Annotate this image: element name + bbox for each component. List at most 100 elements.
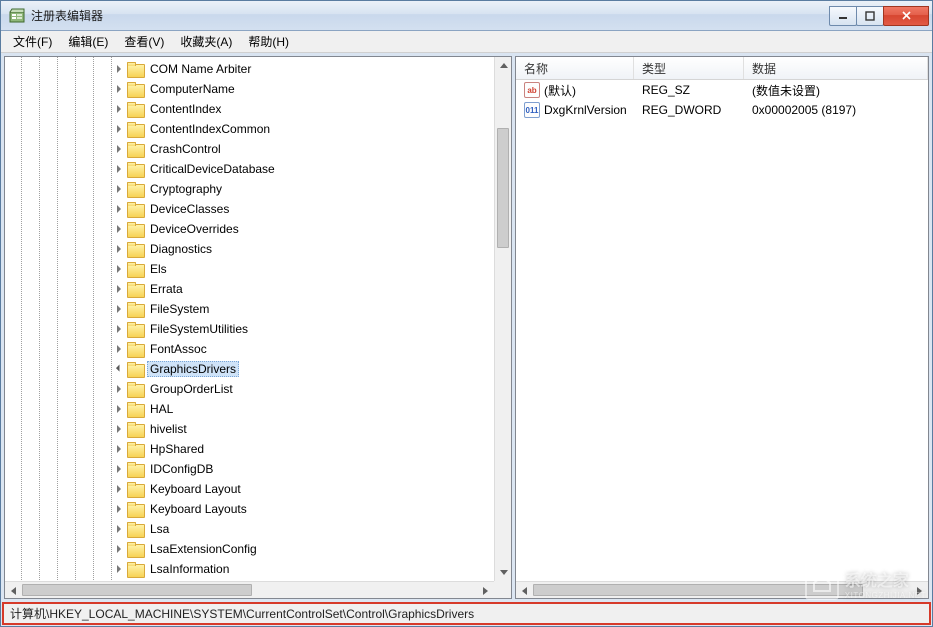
expand-icon[interactable] bbox=[113, 423, 125, 435]
tree-area[interactable]: COM Name Arbiter ComputerName ContentIndex… bbox=[5, 57, 511, 598]
tree-node[interactable]: FileSystemUtilities bbox=[5, 319, 511, 339]
tree-node-label: HAL bbox=[147, 401, 176, 417]
scroll-down-button[interactable] bbox=[495, 564, 511, 581]
value-type-icon: 011 bbox=[524, 102, 540, 118]
menu-favorites[interactable]: 收藏夹(A) bbox=[172, 31, 240, 52]
minimize-button[interactable] bbox=[829, 6, 857, 26]
expand-icon[interactable] bbox=[113, 163, 125, 175]
expand-icon[interactable] bbox=[113, 63, 125, 75]
tree-node[interactable]: CrashControl bbox=[5, 139, 511, 159]
value-row[interactable]: ab(默认)REG_SZ(数值未设置) bbox=[516, 80, 928, 100]
scroll-track-horizontal[interactable] bbox=[533, 582, 911, 598]
registry-tree[interactable]: COM Name Arbiter ComputerName ContentIndex… bbox=[5, 57, 511, 598]
expand-icon[interactable] bbox=[113, 543, 125, 555]
tree-node[interactable]: FileSystem bbox=[5, 299, 511, 319]
column-type[interactable]: 类型 bbox=[634, 57, 744, 79]
scroll-thumb-horizontal[interactable] bbox=[533, 584, 863, 596]
scroll-track-horizontal[interactable] bbox=[22, 582, 477, 598]
tree-node[interactable]: GroupOrderList bbox=[5, 379, 511, 399]
tree-node[interactable]: ContentIndexCommon bbox=[5, 119, 511, 139]
value-row[interactable]: 011DxgKrnlVersionREG_DWORD0x00002005 (81… bbox=[516, 100, 928, 120]
expand-icon[interactable] bbox=[113, 283, 125, 295]
scroll-thumb-horizontal[interactable] bbox=[22, 584, 252, 596]
expand-icon[interactable] bbox=[113, 503, 125, 515]
value-type-icon: ab bbox=[524, 82, 540, 98]
expand-icon[interactable] bbox=[113, 343, 125, 355]
expand-icon[interactable] bbox=[113, 223, 125, 235]
tree-node-label: GroupOrderList bbox=[147, 381, 236, 397]
scroll-right-button[interactable] bbox=[477, 582, 494, 598]
expand-icon[interactable] bbox=[113, 103, 125, 115]
expand-icon[interactable] bbox=[113, 263, 125, 275]
scroll-right-button[interactable] bbox=[911, 582, 928, 598]
scroll-left-button[interactable] bbox=[5, 582, 22, 598]
tree-node[interactable]: Keyboard Layouts bbox=[5, 499, 511, 519]
folder-icon bbox=[127, 162, 143, 176]
close-button[interactable] bbox=[883, 6, 929, 26]
expand-icon[interactable] bbox=[113, 183, 125, 195]
expand-icon[interactable] bbox=[113, 463, 125, 475]
folder-icon bbox=[127, 462, 143, 476]
folder-icon bbox=[127, 222, 143, 236]
tree-node[interactable]: LsaExtensionConfig bbox=[5, 539, 511, 559]
folder-icon bbox=[127, 282, 143, 296]
scroll-thumb-vertical[interactable] bbox=[497, 128, 509, 248]
menu-file[interactable]: 文件(F) bbox=[5, 31, 60, 52]
expand-icon[interactable] bbox=[113, 483, 125, 495]
tree-scroll-vertical[interactable] bbox=[494, 57, 511, 581]
titlebar[interactable]: 注册表编辑器 bbox=[1, 1, 932, 31]
expand-icon[interactable] bbox=[113, 203, 125, 215]
tree-node[interactable]: LsaInformation bbox=[5, 559, 511, 579]
value-name-cell: 011DxgKrnlVersion bbox=[518, 102, 636, 118]
app-icon bbox=[9, 8, 25, 24]
maximize-button[interactable] bbox=[856, 6, 884, 26]
tree-node[interactable]: GraphicsDrivers bbox=[5, 359, 511, 379]
tree-node[interactable]: ComputerName bbox=[5, 79, 511, 99]
tree-node[interactable]: Lsa bbox=[5, 519, 511, 539]
tree-node[interactable]: IDConfigDB bbox=[5, 459, 511, 479]
expand-icon[interactable] bbox=[113, 303, 125, 315]
expand-icon[interactable] bbox=[113, 143, 125, 155]
tree-node[interactable]: HpShared bbox=[5, 439, 511, 459]
values-scroll-horizontal[interactable] bbox=[516, 581, 928, 598]
tree-node-label: FontAssoc bbox=[147, 341, 210, 357]
tree-node[interactable]: ContentIndex bbox=[5, 99, 511, 119]
tree-node[interactable]: Els bbox=[5, 259, 511, 279]
expand-icon[interactable] bbox=[113, 383, 125, 395]
expand-icon[interactable] bbox=[113, 83, 125, 95]
expand-icon[interactable] bbox=[113, 323, 125, 335]
tree-node[interactable]: COM Name Arbiter bbox=[5, 59, 511, 79]
value-name: (默认) bbox=[544, 82, 576, 99]
expand-icon[interactable] bbox=[113, 363, 125, 375]
tree-node[interactable]: Cryptography bbox=[5, 179, 511, 199]
tree-node[interactable]: Errata bbox=[5, 279, 511, 299]
tree-node[interactable]: hivelist bbox=[5, 419, 511, 439]
tree-node[interactable]: DeviceClasses bbox=[5, 199, 511, 219]
folder-icon bbox=[127, 502, 143, 516]
tree-node[interactable]: Keyboard Layout bbox=[5, 479, 511, 499]
menu-edit[interactable]: 编辑(E) bbox=[60, 31, 116, 52]
tree-node-label: ComputerName bbox=[147, 81, 238, 97]
tree-node[interactable]: DeviceOverrides bbox=[5, 219, 511, 239]
values-header[interactable]: 名称 类型 数据 bbox=[516, 57, 928, 80]
expand-icon[interactable] bbox=[113, 123, 125, 135]
menu-help[interactable]: 帮助(H) bbox=[240, 31, 297, 52]
scroll-track-vertical[interactable] bbox=[495, 74, 511, 564]
tree-node[interactable]: FontAssoc bbox=[5, 339, 511, 359]
expand-icon[interactable] bbox=[113, 563, 125, 575]
tree-node[interactable]: HAL bbox=[5, 399, 511, 419]
expand-icon[interactable] bbox=[113, 243, 125, 255]
tree-node[interactable]: CriticalDeviceDatabase bbox=[5, 159, 511, 179]
scroll-left-button[interactable] bbox=[516, 582, 533, 598]
expand-icon[interactable] bbox=[113, 523, 125, 535]
values-list[interactable]: ab(默认)REG_SZ(数值未设置)011DxgKrnlVersionREG_… bbox=[516, 80, 928, 598]
folder-icon bbox=[127, 62, 143, 76]
tree-node[interactable]: Diagnostics bbox=[5, 239, 511, 259]
scroll-up-button[interactable] bbox=[495, 57, 511, 74]
column-data[interactable]: 数据 bbox=[744, 57, 928, 79]
column-name[interactable]: 名称 bbox=[516, 57, 634, 79]
expand-icon[interactable] bbox=[113, 443, 125, 455]
tree-scroll-horizontal[interactable] bbox=[5, 581, 494, 598]
menu-view[interactable]: 查看(V) bbox=[116, 31, 172, 52]
expand-icon[interactable] bbox=[113, 403, 125, 415]
